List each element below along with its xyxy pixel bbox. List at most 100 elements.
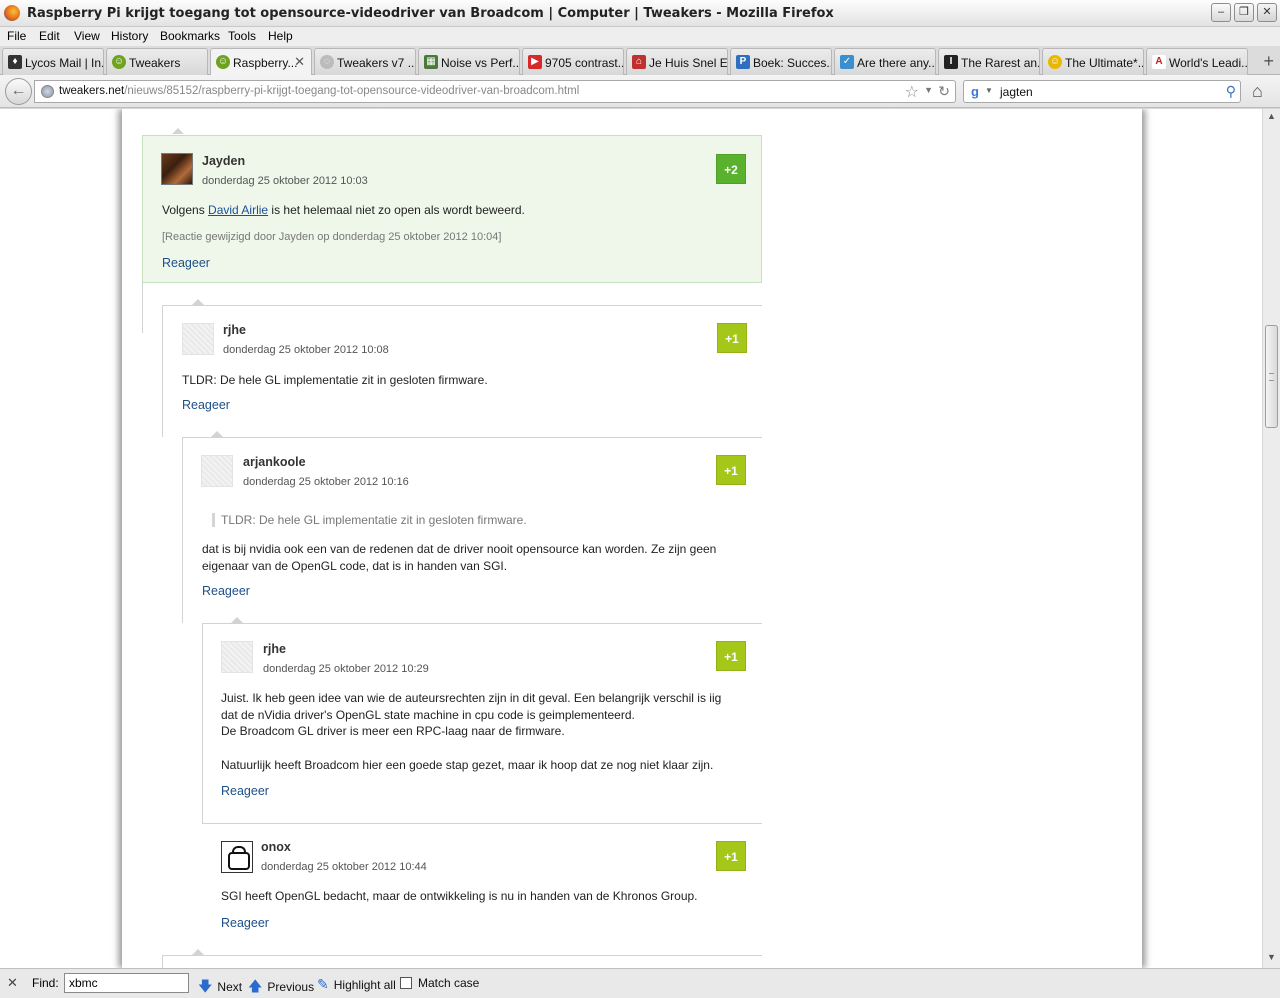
tweakers-icon: ☺	[216, 55, 230, 69]
comment-line: dat de nVidia driver's OpenGL state mach…	[221, 707, 635, 722]
tab-lycos-mail[interactable]: ♦ Lycos Mail | In...	[2, 48, 104, 75]
new-tab-icon[interactable]: +	[1263, 51, 1274, 72]
search-input[interactable]: jagten	[1000, 85, 1033, 99]
navigation-bar: ← tweakers.net/nieuws/85152/raspberry-pi…	[0, 75, 1280, 108]
reload-icon[interactable]: ↻	[938, 83, 950, 100]
url-dropdown-icon[interactable]: ▼	[924, 85, 933, 95]
reply-link[interactable]: Reageer	[182, 398, 230, 412]
tab-noise-vs-perf[interactable]: ▦ Noise vs Perf...	[418, 48, 520, 75]
comment-date: donderdag 25 oktober 2012 10:16	[243, 476, 409, 488]
restore-button[interactable]: ❐	[1234, 3, 1254, 22]
arrow-down-icon: 🡇	[198, 978, 213, 994]
close-window-button[interactable]: ✕	[1257, 3, 1277, 22]
tab-je-huis[interactable]: ⌂ Je Huis Snel E...	[626, 48, 728, 75]
find-next-button[interactable]: 🡇 Next	[198, 976, 242, 998]
edited-note: [Reactie gewijzigd door Jayden op donder…	[162, 231, 502, 243]
tab-9705-contrast[interactable]: ▶ 9705 contrast...	[522, 48, 624, 75]
comment-author[interactable]: arjankoole	[243, 455, 306, 469]
scroll-down-icon[interactable]: ▼	[1265, 952, 1278, 966]
close-tab-icon[interactable]: ✕	[294, 54, 305, 70]
score-badge[interactable]: +1	[717, 323, 747, 353]
scroll-up-icon[interactable]: ▲	[1265, 111, 1278, 125]
tab-label: The Rarest an...	[961, 56, 1040, 70]
comment-date: donderdag 25 oktober 2012 10:08	[223, 344, 389, 356]
menu-view[interactable]: View	[74, 29, 100, 43]
comment-text: dat is bij nvidia ook een van de redenen…	[202, 541, 752, 574]
comment-line: Juist. Ik heb geen idee van wie de auteu…	[221, 691, 722, 705]
search-bar[interactable]: g ▼ jagten ⚲	[963, 80, 1241, 103]
loading-icon: ◌	[320, 55, 334, 69]
bookmark-star-icon[interactable]: ☆	[905, 82, 919, 102]
tab-tweakers-v7[interactable]: ◌ Tweakers v7 ...	[314, 48, 416, 75]
window-title: Raspberry Pi krijgt toegang tot opensour…	[27, 6, 834, 21]
tab-label: World's Leadi...	[1169, 56, 1248, 70]
comment-author[interactable]: rjhe	[223, 323, 246, 337]
smiley-icon: ☺	[1048, 55, 1062, 69]
menu-help[interactable]: Help	[268, 29, 293, 43]
highlight-all-button[interactable]: ✎ Highlight all	[317, 976, 396, 993]
tab-boek-succes[interactable]: P Boek: Succes...	[730, 48, 832, 75]
match-case-label: Match case	[418, 976, 480, 990]
menu-history[interactable]: History	[111, 29, 148, 43]
menu-edit[interactable]: Edit	[39, 29, 60, 43]
comment-date: donderdag 25 oktober 2012 10:29	[263, 663, 429, 675]
page-column: Jayden donderdag 25 oktober 2012 10:03 +…	[122, 109, 1142, 968]
score-badge[interactable]: +1	[716, 455, 746, 485]
tab-label: Boek: Succes...	[753, 56, 832, 70]
score-badge[interactable]: +1	[716, 841, 746, 871]
close-find-icon[interactable]: ✕	[7, 975, 18, 991]
tab-label: Tweakers	[129, 56, 181, 70]
image-icon: ▦	[424, 55, 438, 69]
minimize-button[interactable]: –	[1211, 3, 1231, 22]
firefox-icon	[4, 5, 20, 21]
home-icon[interactable]: ⌂	[1252, 81, 1263, 102]
tab-label: Are there any...	[857, 56, 936, 70]
search-engine-dropdown-icon[interactable]: ▼	[985, 86, 993, 95]
tab-bar: ♦ Lycos Mail | In... ☺ Tweakers ☺ Raspbe…	[0, 46, 1280, 76]
url-bar[interactable]: tweakers.net/nieuws/85152/raspberry-pi-k…	[34, 80, 956, 103]
reply-link[interactable]: Reageer	[162, 256, 210, 270]
david-airlie-link[interactable]: David Airlie	[208, 203, 268, 217]
find-next-label: Next	[217, 980, 243, 994]
score-badge[interactable]: +2	[716, 154, 746, 184]
highlight-all-label: Highlight all	[333, 978, 396, 992]
menu-tools[interactable]: Tools	[228, 29, 256, 43]
reply-link[interactable]: Reageer	[202, 584, 250, 598]
score-badge[interactable]: +1	[716, 641, 746, 671]
menu-file[interactable]: File	[7, 29, 26, 43]
tab-tweakers[interactable]: ☺ Tweakers	[106, 48, 208, 75]
menu-bookmarks[interactable]: Bookmarks	[160, 29, 220, 43]
comment-rjhe-1: rjhe donderdag 25 oktober 2012 10:08 +1 …	[163, 306, 761, 436]
tab-the-ultimate[interactable]: ☺ The Ultimate*...	[1042, 48, 1144, 75]
vertical-scrollbar[interactable]: ▲ ▼	[1262, 109, 1280, 968]
scroll-thumb[interactable]	[1265, 325, 1278, 428]
comment-rjhe-2: rjhe donderdag 25 oktober 2012 10:29 +1 …	[203, 624, 761, 822]
match-case-checkbox[interactable]: Match case	[400, 976, 479, 990]
google-icon[interactable]: g	[967, 84, 983, 100]
comment-line: eigenaar van de OpenGL code, dat is in h…	[202, 558, 508, 573]
menu-bar: File Edit View History Bookmarks Tools H…	[0, 27, 1280, 46]
search-icon[interactable]: ⚲	[1226, 83, 1236, 100]
reply-link[interactable]: Reageer	[221, 916, 269, 930]
check-icon: ✓	[840, 55, 854, 69]
tab-raspberry[interactable]: ☺ Raspberry... ✕	[210, 48, 312, 76]
comment-spacer	[221, 740, 751, 757]
back-button[interactable]: ←	[5, 78, 32, 105]
tweakers-icon: ☺	[112, 55, 126, 69]
reply-link[interactable]: Reageer	[221, 784, 269, 798]
comment-author[interactable]: Jayden	[202, 154, 245, 168]
page-content: Jayden donderdag 25 oktober 2012 10:03 +…	[0, 109, 1262, 968]
avatar	[221, 641, 253, 673]
find-previous-button[interactable]: 🡅 Previous	[248, 976, 314, 998]
checkbox-icon[interactable]	[400, 977, 412, 989]
comment-author[interactable]: rjhe	[263, 642, 286, 656]
comment-author[interactable]: onox	[261, 840, 291, 854]
tab-the-rarest[interactable]: I The Rarest an...	[938, 48, 1040, 75]
thread-line	[162, 955, 762, 968]
comment-text: TLDR: De hele GL implementatie zit in ge…	[182, 373, 488, 387]
tab-are-there-any[interactable]: ✓ Are there any...	[834, 48, 936, 75]
find-input[interactable]: xbmc	[64, 973, 189, 993]
tab-worlds-leading[interactable]: A World's Leadi...	[1146, 48, 1248, 75]
bookmark-icon: I	[944, 55, 958, 69]
find-previous-label: Previous	[267, 980, 315, 994]
